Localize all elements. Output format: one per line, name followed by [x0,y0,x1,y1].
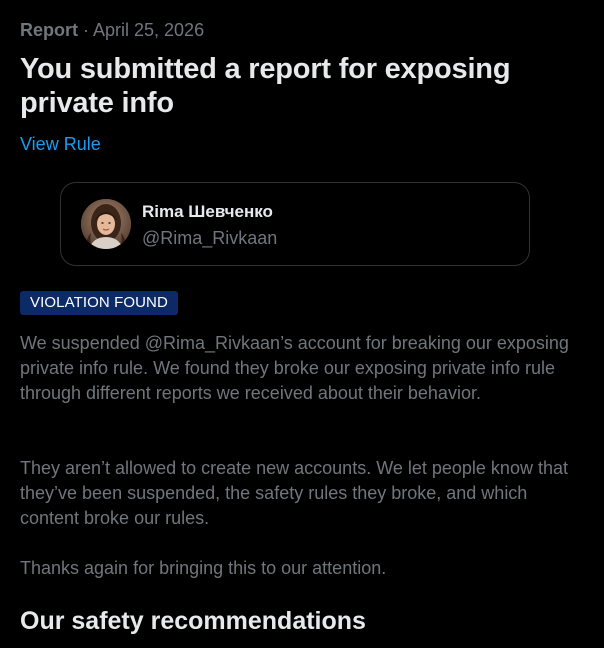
user-handle: @Rima_Rivkaan [142,228,278,248]
report-date: April 25, 2026 [93,20,205,40]
safety-recommendations-heading: Our safety recommendations [20,607,366,635]
consequence-paragraph: They aren’t allowed to create new accoun… [20,458,568,528]
report-kind: Report [20,20,78,40]
meta-separator: · [83,20,89,40]
result-paragraph: We suspended @Rima_Rivkaan’s account for… [20,333,569,403]
report-meta: Report · April 25, 2026 [20,18,204,42]
thanks-paragraph: Thanks again for bringing this to our at… [20,558,387,578]
view-rule-link[interactable]: View Rule [20,132,101,156]
page-title: You submitted a report for exposing priv… [20,53,511,119]
avatar [81,199,131,249]
status-badge: VIOLATION FOUND [20,291,178,315]
user-display-name: Rima Шевченко [142,202,273,221]
profile-photo-icon [81,199,131,249]
reported-user-card[interactable]: Rima Шевченко @Rima_Rivkaan [60,182,530,266]
